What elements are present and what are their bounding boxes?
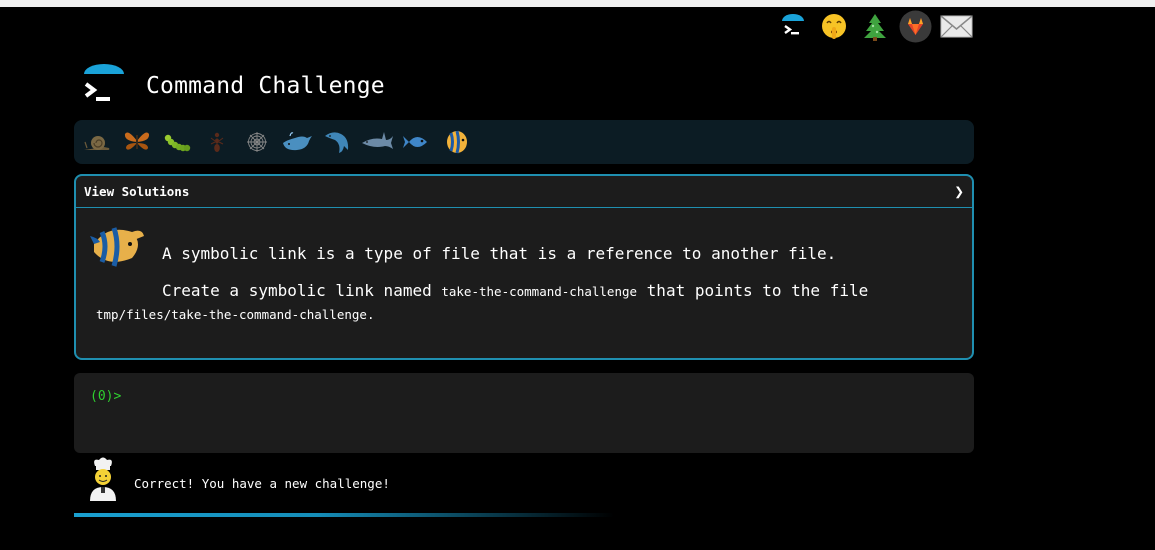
progress-bar [74,513,614,517]
page-header: Command Challenge [80,56,385,116]
task-suffix: . [366,307,375,322]
target-path-code: tmp/files/take-the-command-challenge [96,307,367,322]
challenge-intro: A symbolic link is a type of file that i… [162,244,837,263]
terminal-input[interactable]: (0)> [74,373,974,453]
shushing-face-icon[interactable] [817,10,850,43]
link-name-code: take-the-command-challenge [441,284,638,299]
chevron-right-icon: ❯ [954,182,964,201]
whale-icon[interactable] [280,125,314,159]
fish-icon[interactable] [400,125,434,159]
feedback-message: Correct! You have a new challenge! [134,476,390,491]
challenge-task-line: Create a symbolic link named take-the-co… [162,281,868,300]
ant-icon[interactable] [200,125,234,159]
top-icon-bar [776,10,973,43]
page-title: Command Challenge [146,73,385,99]
view-solutions-toggle[interactable]: View Solutions ❯ [76,176,972,208]
spider-web-icon[interactable] [240,125,274,159]
challenge-panel: View Solutions ❯ A symbolic link is a ty… [74,174,974,360]
view-solutions-label: View Solutions [84,184,190,199]
gitlab-icon[interactable] [899,10,932,43]
chef-avatar-icon [90,457,116,501]
challenge-task-target: tmp/files/take-the-command-challenge. [96,307,374,322]
terminal-icon[interactable] [776,10,809,43]
task-middle: that points to the file [646,281,869,300]
terminal-prompt: (0)> [90,389,122,404]
mail-icon[interactable] [940,10,973,43]
tropical-fish-icon [90,227,144,267]
tree-icon[interactable] [858,10,891,43]
level-selector [74,120,974,164]
caterpillar-icon[interactable] [160,125,194,159]
terminal-logo-icon [84,64,124,101]
dolphin-icon[interactable] [320,125,354,159]
shark-icon[interactable] [360,125,394,159]
butterfly-icon[interactable] [120,125,154,159]
browser-top-strip [0,0,1155,7]
tropical-fish-icon[interactable] [440,125,474,159]
snail-icon[interactable] [80,125,114,159]
task-prefix: Create a symbolic link named [162,281,432,300]
